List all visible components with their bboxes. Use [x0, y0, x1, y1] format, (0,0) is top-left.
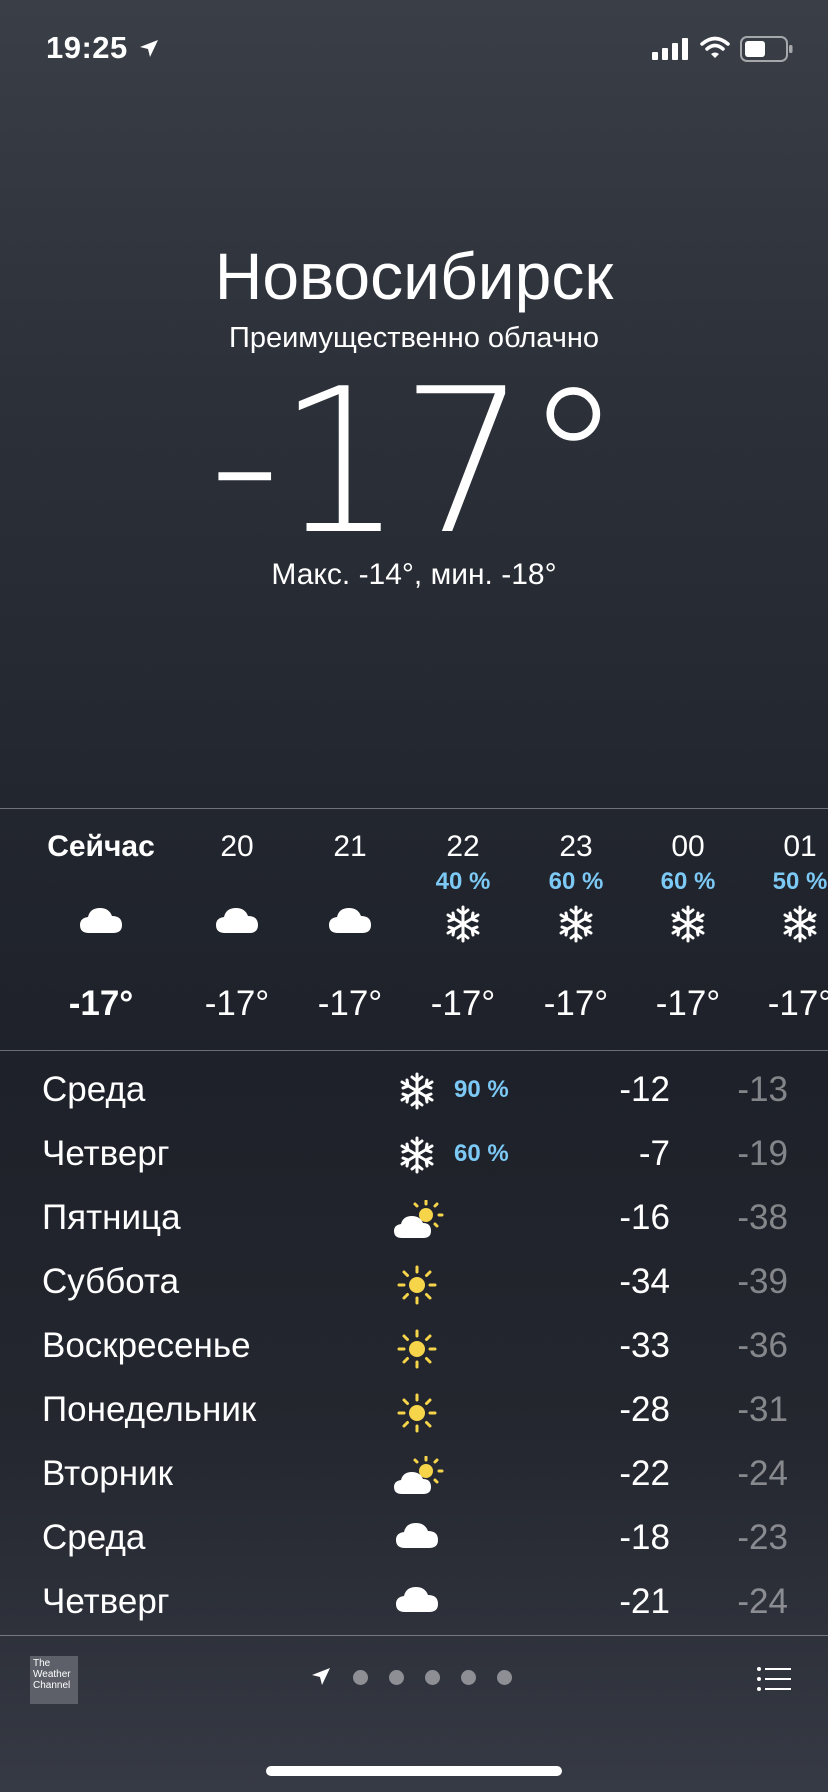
- day-name: Четверг: [42, 1582, 170, 1621]
- cloud-icon: [392, 1520, 442, 1560]
- wifi-icon: [700, 36, 730, 58]
- sun-icon: [392, 1328, 442, 1369]
- day-name: Среда: [42, 1518, 146, 1557]
- precipitation-chance: 60 %: [548, 868, 604, 895]
- divider: [0, 808, 828, 809]
- cloud-icon: [294, 905, 406, 945]
- city-name: Новосибирск: [214, 239, 614, 313]
- day-min-temperature: -36: [737, 1326, 788, 1365]
- sun-icon: [392, 1264, 442, 1305]
- hour-temperature: -17°: [317, 984, 383, 1023]
- page-indicator[interactable]: [310, 1666, 512, 1688]
- day-name: Четверг: [42, 1134, 170, 1173]
- page-dot[interactable]: [389, 1669, 404, 1685]
- snowflake-icon: [407, 905, 519, 945]
- home-indicator[interactable]: [266, 1766, 562, 1776]
- snowflake-icon: [744, 905, 828, 945]
- day-max-temperature: -34: [619, 1262, 670, 1301]
- page-dot[interactable]: [461, 1669, 476, 1685]
- hour-temperature: -17°: [68, 984, 134, 1023]
- hour-label: 20: [220, 830, 254, 863]
- hour-label: 23: [559, 830, 593, 863]
- day-max-temperature: -28: [619, 1390, 670, 1429]
- day-max-temperature: -33: [619, 1326, 670, 1365]
- battery-icon: [740, 36, 793, 62]
- day-max-temperature: -18: [619, 1518, 670, 1557]
- day-min-temperature: -24: [737, 1454, 788, 1493]
- hour-temperature: -17°: [204, 984, 270, 1023]
- page-dot[interactable]: [497, 1669, 512, 1685]
- precipitation-chance: 50 %: [772, 868, 828, 895]
- hour-label: Сейчас: [47, 830, 155, 863]
- cloud-icon: [181, 905, 293, 945]
- divider: [0, 1635, 828, 1636]
- logo-line: Channel: [33, 1680, 71, 1691]
- day-name: Воскресенье: [42, 1326, 251, 1365]
- day-min-temperature: -39: [737, 1262, 788, 1301]
- weather-channel-logo[interactable]: The Weather Channel: [30, 1656, 78, 1704]
- day-name: Пятница: [42, 1198, 181, 1237]
- current-temperature: -17°: [208, 346, 624, 579]
- day-max-temperature: -16: [619, 1198, 670, 1237]
- logo-line: The: [33, 1658, 51, 1669]
- snowflake-icon: [520, 905, 632, 945]
- day-max-temperature: -7: [638, 1134, 670, 1173]
- logo-line: Weather: [33, 1669, 71, 1680]
- location-arrow-icon: [312, 1668, 330, 1685]
- signal-icon: [652, 38, 688, 60]
- list-icon[interactable]: [756, 1666, 792, 1692]
- precipitation-chance: 60 %: [660, 868, 716, 895]
- hour-label: 21: [333, 830, 367, 863]
- status-time: 19:25: [46, 30, 128, 65]
- day-name: Вторник: [42, 1454, 173, 1493]
- page-dot[interactable]: [425, 1669, 440, 1685]
- day-max-temperature: -21: [619, 1582, 670, 1621]
- day-name: Понедельник: [42, 1390, 257, 1429]
- hour-temperature: -17°: [430, 984, 496, 1023]
- precipitation-chance: 40 %: [435, 868, 491, 895]
- day-min-temperature: -24: [737, 1582, 788, 1621]
- precipitation-chance: 90 %: [454, 1076, 509, 1103]
- snowflake-icon: [632, 905, 744, 945]
- hour-temperature: -17°: [767, 984, 828, 1023]
- hour-temperature: -17°: [543, 984, 609, 1023]
- divider: [0, 1050, 828, 1051]
- day-name: Суббота: [42, 1262, 180, 1301]
- partly-sunny-icon: [392, 1199, 444, 1240]
- snowflake-icon: [392, 1136, 442, 1176]
- hour-label: 01: [783, 830, 817, 863]
- high-low-temperature: Макс. -14°, мин. -18°: [271, 558, 557, 591]
- location-arrow-icon: [140, 40, 158, 57]
- hour-temperature: -17°: [655, 984, 721, 1023]
- page-dot[interactable]: [353, 1669, 368, 1685]
- day-max-temperature: -22: [619, 1454, 670, 1493]
- day-name: Среда: [42, 1070, 146, 1109]
- sun-icon: [392, 1392, 442, 1433]
- precipitation-chance: 60 %: [454, 1140, 509, 1167]
- snowflake-icon: [392, 1072, 442, 1112]
- cloud-icon: [45, 905, 157, 945]
- partly-sunny-icon: [392, 1455, 444, 1496]
- day-min-temperature: -31: [737, 1390, 788, 1429]
- day-min-temperature: -38: [737, 1198, 788, 1237]
- day-min-temperature: -19: [737, 1134, 788, 1173]
- hour-label: 22: [446, 830, 480, 863]
- day-min-temperature: -13: [737, 1070, 788, 1109]
- day-max-temperature: -12: [619, 1070, 670, 1109]
- day-min-temperature: -23: [737, 1518, 788, 1557]
- hour-label: 00: [671, 830, 705, 863]
- cloud-icon: [392, 1584, 442, 1624]
